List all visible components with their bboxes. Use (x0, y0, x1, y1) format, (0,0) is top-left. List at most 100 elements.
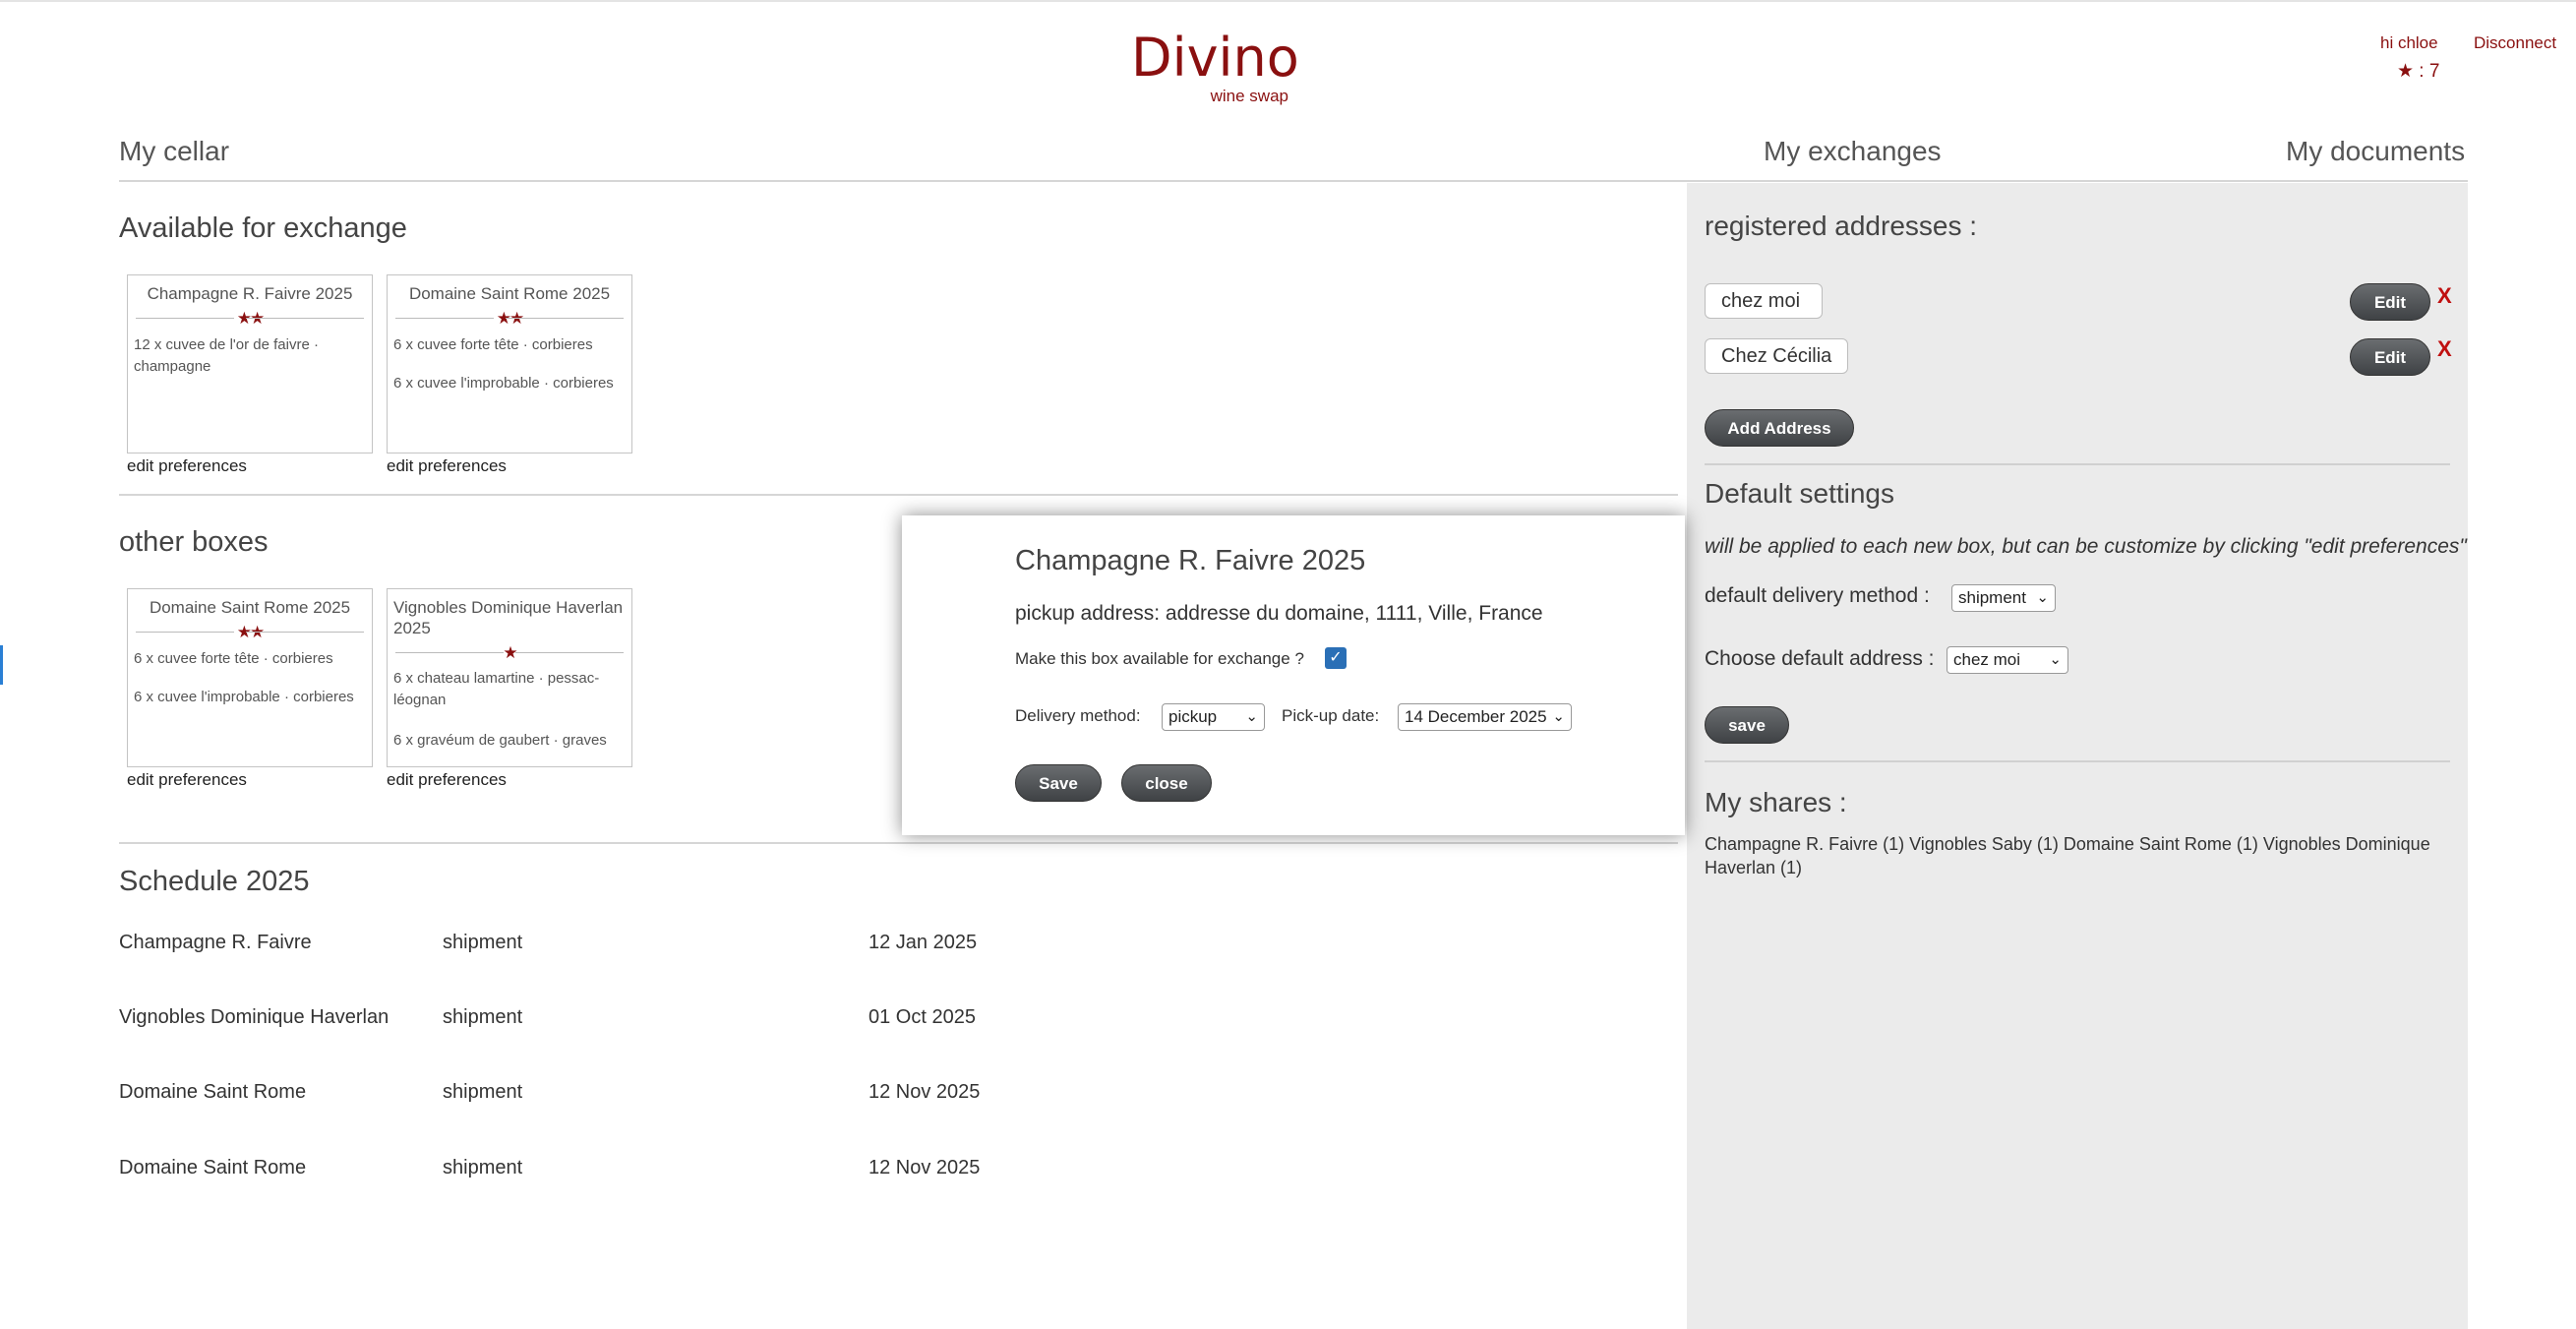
pickup-address: pickup address: addresse du domaine, 111… (1015, 602, 1543, 625)
box-card[interactable]: Vignobles Dominique Haverlan 2025 ★ 6 x … (387, 588, 632, 767)
schedule-name: Domaine Saint Rome (119, 1081, 307, 1103)
address-chip: chez moi (1705, 283, 1823, 319)
schedule-name: Vignobles Dominique Haverlan (119, 1006, 389, 1028)
schedule-heading: Schedule 2025 (119, 866, 310, 897)
nav-my-exchanges[interactable]: My exchanges (1764, 136, 1942, 167)
delivery-method-select[interactable]: pickup ⌄ (1162, 703, 1265, 731)
dialog-title: Champagne R. Faivre 2025 (1015, 545, 1366, 576)
panel-divider (1705, 463, 2450, 465)
schedule-date: 12 Nov 2025 (869, 1081, 981, 1103)
shares-list: Champagne R. Faivre (1) Vignobles Saby (… (1705, 834, 2430, 854)
default-delivery-value: shipment (1958, 588, 2026, 607)
settings-panel: registered addresses : chez moi Edit X C… (1687, 183, 2468, 1329)
user-stars-count: ★ : 7 (2397, 61, 2440, 82)
star-rating-icon: ★★ (236, 623, 265, 641)
box-card[interactable]: Domaine Saint Rome 2025 ★★ 6 x cuvee for… (127, 588, 373, 767)
close-button[interactable]: close (1121, 764, 1212, 802)
box-card[interactable]: Champagne R. Faivre 2025 ★★ 12 x cuvee d… (127, 274, 373, 453)
available-heading: Available for exchange (119, 212, 407, 244)
box-wine-line: 6 x cuvee l'improbable · corbieres (393, 375, 614, 392)
defaults-heading: Default settings (1705, 478, 1894, 509)
schedule-method: shipment (443, 1157, 523, 1178)
box-wine-line: 6 x cuvee forte tête · corbieres (134, 650, 333, 667)
default-address-select[interactable]: chez moi ⌄ (1947, 646, 2068, 674)
other-boxes-heading: other boxes (119, 526, 269, 558)
brand-subtitle: wine swap (1210, 87, 1288, 105)
star-rating-icon: ★★ (496, 309, 524, 328)
remove-address-icon[interactable]: X (2437, 283, 2452, 309)
user-greeting[interactable]: hi chloe (2380, 33, 2438, 53)
default-delivery-label: default delivery method : (1705, 584, 1930, 607)
box-title: Champagne R. Faivre 2025 (147, 284, 353, 303)
pickup-date-select[interactable]: 14 December 2025 ⌄ (1398, 703, 1572, 731)
defaults-note: will be applied to each new box, but can… (1705, 535, 2467, 558)
schedule-method: shipment (443, 1081, 523, 1103)
nav-divider (119, 180, 2468, 182)
panel-divider (1705, 760, 2450, 762)
remove-address-icon[interactable]: X (2437, 336, 2452, 362)
card-divider (506, 318, 624, 319)
schedule-method: shipment (443, 932, 523, 953)
brand-logo[interactable]: Divino wine swap (1131, 27, 1299, 106)
edit-preferences-link[interactable]: edit preferences (387, 770, 507, 790)
edit-preferences-link[interactable]: edit preferences (387, 456, 507, 476)
box-card[interactable]: Domaine Saint Rome 2025 ★★ 6 x cuvee for… (387, 274, 632, 453)
box-wine-line: 6 x cuvee forte tête · corbieres (393, 336, 593, 353)
edit-address-button[interactable]: Edit (2350, 283, 2430, 321)
available-label: Make this box available for exchange ? (1015, 649, 1304, 668)
card-divider (246, 318, 364, 319)
disconnect-link[interactable]: Disconnect (2474, 33, 2556, 53)
edit-preferences-link[interactable]: edit preferences (127, 456, 247, 476)
schedule-date: 01 Oct 2025 (869, 1006, 976, 1028)
schedule-method: shipment (443, 1006, 523, 1028)
card-divider (515, 652, 624, 653)
box-title: Domaine Saint Rome 2025 (149, 598, 351, 617)
star-rating-icon: ★ (503, 643, 517, 662)
default-address-label: Choose default address : (1705, 647, 1935, 670)
pickup-date-label: Pick-up date: (1282, 706, 1380, 725)
schedule-name: Champagne R. Faivre (119, 932, 312, 953)
delivery-method-label: Delivery method: (1015, 706, 1141, 725)
nav-my-cellar[interactable]: My cellar (119, 136, 229, 167)
top-border (0, 0, 2576, 2)
box-title: Vignobles Dominique Haverlan 2025 (393, 598, 624, 637)
box-wine-line: 6 x chateau lamartine · pessac-léognan (393, 670, 600, 708)
edit-preferences-link[interactable]: edit preferences (127, 770, 247, 790)
focus-indicator (0, 645, 3, 685)
box-preferences-dialog: Champagne R. Faivre 2025 pickup address:… (902, 515, 1685, 835)
card-divider (395, 318, 494, 319)
address-chip: Chez Cécilia (1705, 338, 1848, 374)
chevron-down-icon: ⌄ (1552, 708, 1565, 725)
card-divider (136, 632, 234, 633)
shares-heading: My shares : (1705, 787, 1847, 817)
schedule-date: 12 Nov 2025 (869, 1157, 981, 1178)
box-title: Domaine Saint Rome 2025 (408, 284, 611, 303)
nav-my-documents[interactable]: My documents (2286, 136, 2465, 167)
card-divider (136, 318, 234, 319)
box-wine-line: 6 x gravéum de gaubert · graves (393, 732, 607, 749)
section-divider (119, 842, 1678, 844)
default-address-value: chez moi (1953, 650, 2021, 669)
add-address-button[interactable]: Add Address (1705, 409, 1854, 447)
star-rating-icon: ★★ (236, 309, 265, 328)
available-checkbox[interactable]: ✓ (1325, 647, 1347, 669)
save-button[interactable]: Save (1015, 764, 1102, 802)
card-divider (246, 632, 364, 633)
section-divider (119, 494, 1678, 496)
card-divider (395, 652, 504, 653)
default-delivery-select[interactable]: shipment ⌄ (1951, 584, 2056, 612)
delivery-method-value: pickup (1168, 707, 1218, 726)
brand-title: Divino (1131, 27, 1299, 89)
schedule-name: Domaine Saint Rome (119, 1157, 307, 1178)
schedule-date: 12 Jan 2025 (869, 932, 978, 953)
chevron-down-icon: ⌄ (2049, 651, 2062, 668)
pickup-date-value: 14 December 2025 (1405, 707, 1547, 726)
edit-address-button[interactable]: Edit (2350, 338, 2430, 376)
addresses-heading: registered addresses : (1705, 211, 1978, 241)
check-icon: ✓ (1329, 649, 1343, 666)
save-defaults-button[interactable]: save (1705, 706, 1789, 744)
shares-list-cont: Haverlan (1) (1705, 858, 1803, 877)
chevron-down-icon: ⌄ (2036, 589, 2049, 606)
chevron-down-icon: ⌄ (1245, 708, 1258, 725)
box-wine-line: 6 x cuvee l'improbable · corbieres (134, 689, 354, 705)
